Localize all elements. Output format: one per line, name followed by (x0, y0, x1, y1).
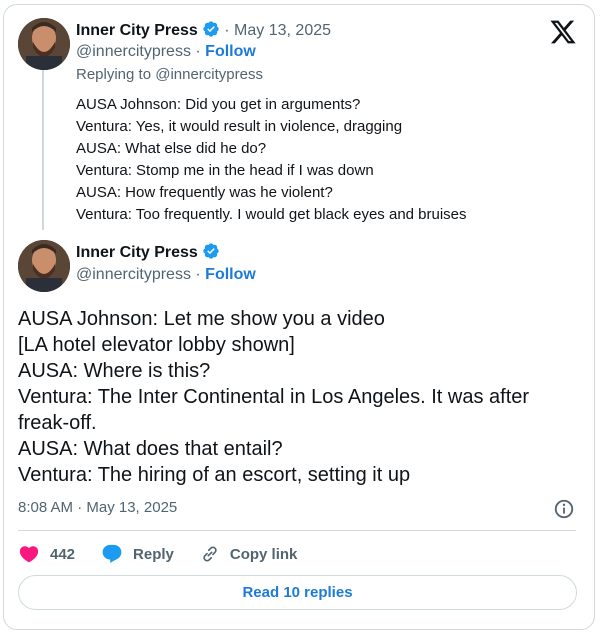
post-date[interactable]: · May 13, 2025 (224, 22, 331, 39)
text-line: AUSA: What does that entail? (18, 438, 283, 460)
text-line: Ventura: Stomp me in the head if I was d… (76, 162, 374, 179)
text-line: [LA hotel elevator lobby shown] (18, 334, 295, 356)
separator: · (190, 266, 206, 283)
handle-line: @innercitypress · Follow (76, 266, 256, 284)
author-name-text[interactable]: Inner City Press (76, 22, 198, 39)
verified-badge-icon (202, 242, 220, 265)
reply-label: Reply (133, 545, 174, 563)
avatar[interactable] (18, 18, 70, 70)
info-icon[interactable] (553, 498, 575, 520)
handle-line: @innercitypress · Follow (76, 43, 256, 61)
reply-button[interactable]: Reply (101, 543, 174, 565)
handle[interactable]: @innercitypress (76, 266, 191, 283)
text-line: Ventura: Too frequently. I would get bla… (76, 206, 467, 223)
verified-badge-icon (202, 20, 220, 43)
timestamp[interactable]: 8:08 AM · May 13, 2025 (18, 499, 177, 516)
separator: · (190, 43, 206, 60)
text-line: Ventura: The hiring of an escort, settin… (18, 464, 411, 486)
follow-button[interactable]: Follow (205, 266, 256, 283)
replying-to[interactable]: Replying to @innercitypress (76, 66, 263, 83)
thread-line (42, 70, 44, 230)
handle[interactable]: @innercitypress (76, 43, 191, 60)
follow-button[interactable]: Follow (205, 43, 256, 60)
text-line: AUSA Johnson: Let me show you a video (18, 308, 385, 330)
text-line: AUSA Johnson: Did you get in arguments? (76, 96, 361, 113)
text-line: AUSA: Where is this? (18, 360, 211, 382)
quoted-tweet-text: AUSA Johnson: Did you get in arguments? … (76, 94, 467, 226)
reply-bubble-icon (102, 544, 122, 563)
author-name[interactable]: Inner City Press · May 13, 2025 (76, 20, 331, 43)
copy-link-button[interactable]: Copy link (200, 544, 298, 564)
like-button[interactable]: 442 (18, 543, 75, 565)
link-icon (203, 546, 217, 562)
text-line: AUSA: How frequently was he violent? (76, 184, 333, 201)
tweet-text: AUSA Johnson: Let me show you a video [L… (18, 306, 583, 488)
read-replies-button[interactable]: Read 10 replies (18, 575, 577, 610)
copy-link-label: Copy link (229, 545, 298, 563)
text-line: Ventura: The Inter Continental in Los An… (18, 386, 530, 434)
avatar[interactable] (18, 240, 70, 292)
heart-icon (19, 546, 39, 563)
divider (18, 530, 576, 531)
text-line: AUSA: What else did he do? (76, 140, 267, 157)
text-line: Ventura: Yes, it would result in violenc… (76, 118, 403, 135)
action-bar: 442 Reply Copy link (18, 541, 323, 567)
author-name-text[interactable]: Inner City Press (76, 244, 198, 261)
x-logo-icon[interactable] (549, 18, 577, 46)
author-name[interactable]: Inner City Press (76, 242, 220, 265)
like-count: 442 (50, 545, 76, 563)
